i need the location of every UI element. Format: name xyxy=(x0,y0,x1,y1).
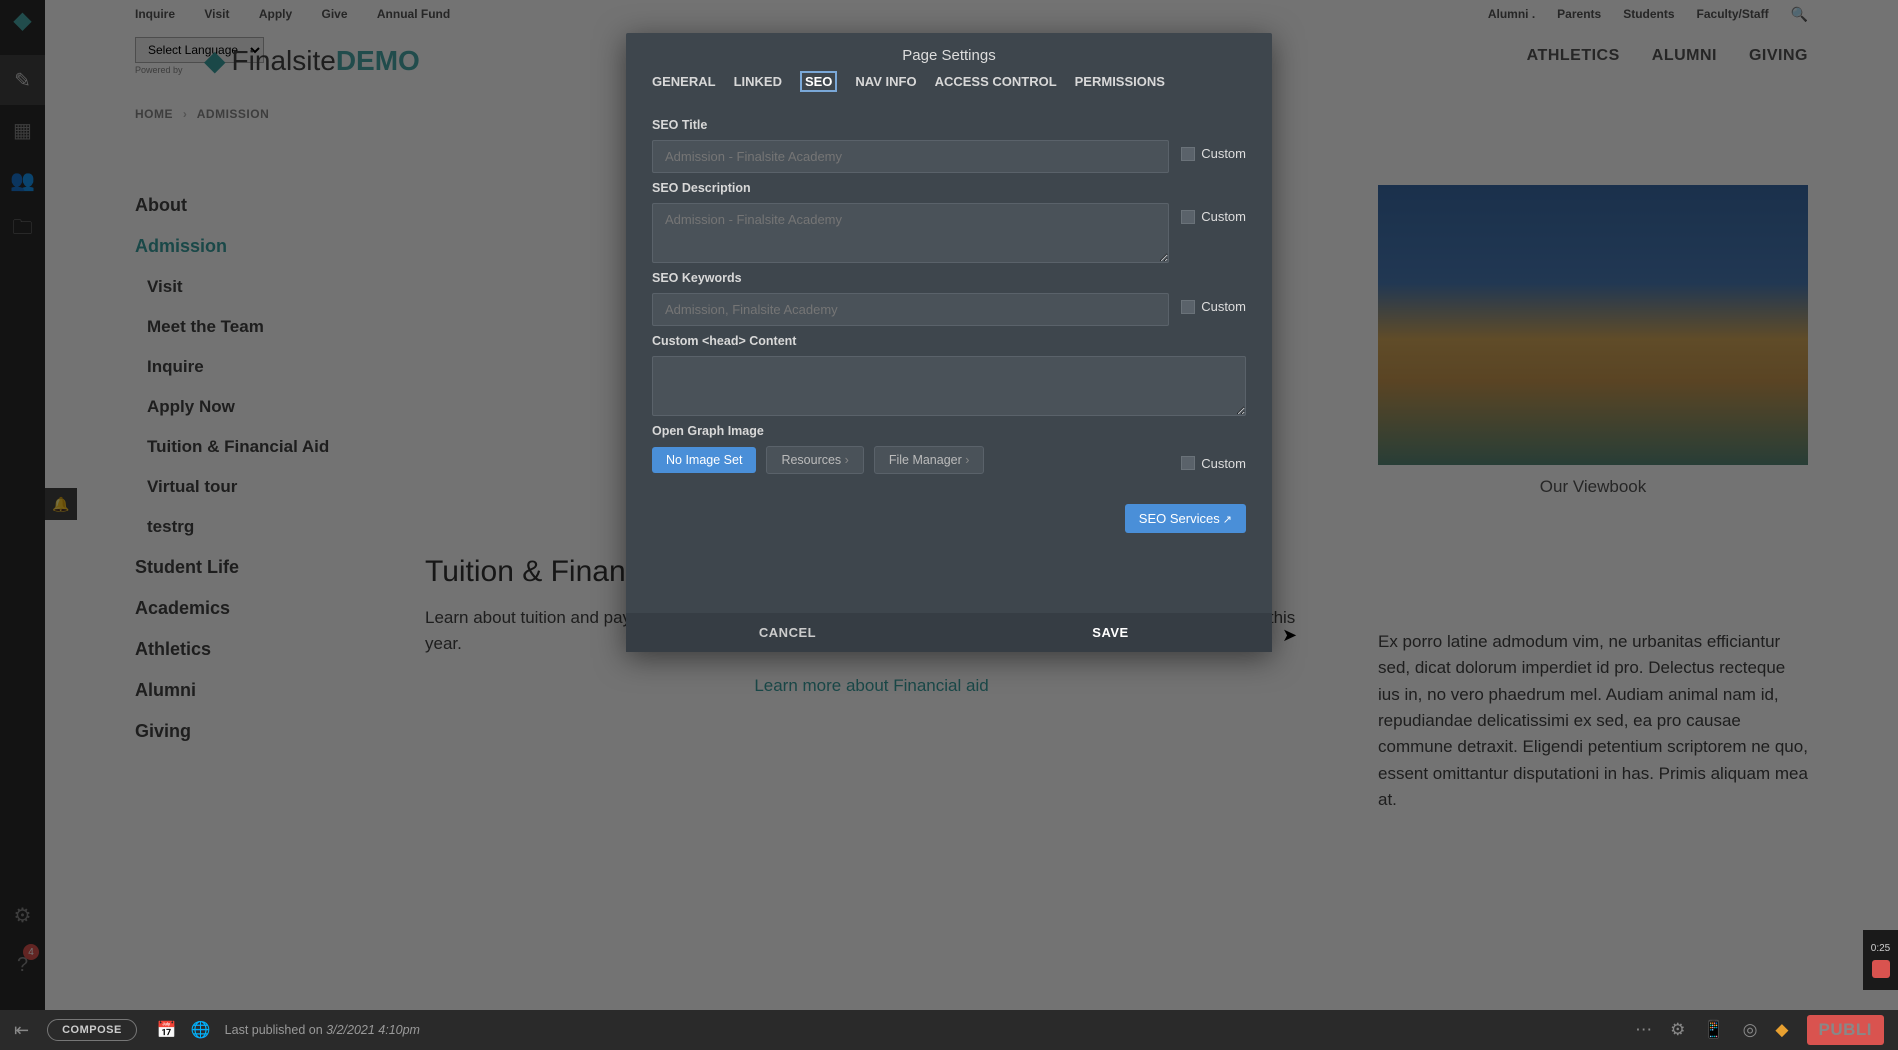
phone-icon[interactable]: 📱 xyxy=(1703,1020,1724,1040)
recording-time: 0:25 xyxy=(1871,943,1890,954)
tab-nav-info[interactable]: NAV INFO xyxy=(855,74,916,92)
seo-keywords-custom-checkbox[interactable]: Custom xyxy=(1181,293,1246,314)
compose-button[interactable]: COMPOSE xyxy=(47,1019,137,1041)
modal-tabs: GENERAL LINKED SEO NAV INFO ACCESS CONTR… xyxy=(626,74,1272,104)
tab-access-control[interactable]: ACCESS CONTROL xyxy=(935,74,1057,92)
page-settings-modal: Page Settings GENERAL LINKED SEO NAV INF… xyxy=(626,33,1272,652)
preview-icon[interactable]: ◎ xyxy=(1743,1020,1758,1040)
custom-label: Custom xyxy=(1201,209,1246,224)
more-icon[interactable]: ⋯ xyxy=(1635,1020,1652,1040)
record-icon[interactable] xyxy=(1872,960,1890,978)
cancel-button[interactable]: CANCEL xyxy=(626,613,949,652)
seo-keywords-input[interactable] xyxy=(652,293,1169,326)
seo-desc-input[interactable] xyxy=(652,203,1169,263)
composer-bottom-bar: ⇤ COMPOSE 📅 🌐 Last published on 3/2/2021… xyxy=(0,1010,1898,1050)
save-button[interactable]: SAVE xyxy=(949,613,1272,652)
head-content-input[interactable] xyxy=(652,356,1246,416)
publish-button[interactable]: PUBLI xyxy=(1807,1015,1885,1045)
custom-label: Custom xyxy=(1201,456,1246,471)
seo-desc-custom-checkbox[interactable]: Custom xyxy=(1181,203,1246,224)
seo-title-label: SEO Title xyxy=(652,118,1246,132)
tab-seo[interactable]: SEO xyxy=(800,71,837,92)
modal-title: Page Settings xyxy=(626,33,1272,74)
no-image-set-button[interactable]: No Image Set xyxy=(652,447,756,473)
tab-linked[interactable]: LINKED xyxy=(734,74,782,92)
custom-label: Custom xyxy=(1201,146,1246,161)
file-manager-button[interactable]: File Manager xyxy=(874,446,985,474)
last-published-text: Last published on 3/2/2021 4:10pm xyxy=(225,1023,420,1037)
resources-button[interactable]: Resources xyxy=(766,446,863,474)
head-content-label: Custom <head> Content xyxy=(652,334,1246,348)
modal-footer: CANCEL SAVE xyxy=(626,613,1272,652)
gear-icon[interactable]: ⚙ xyxy=(1670,1020,1685,1040)
tab-general[interactable]: GENERAL xyxy=(652,74,716,92)
seo-title-input[interactable] xyxy=(652,140,1169,173)
diamond-icon[interactable]: ◆ xyxy=(1775,1020,1788,1040)
og-custom-checkbox[interactable]: Custom xyxy=(1181,450,1246,471)
seo-title-custom-checkbox[interactable]: Custom xyxy=(1181,140,1246,161)
tab-permissions[interactable]: PERMISSIONS xyxy=(1075,74,1165,92)
globe-icon[interactable]: 🌐 xyxy=(191,1020,211,1040)
seo-services-button[interactable]: SEO Services xyxy=(1125,504,1246,533)
exit-icon[interactable]: ⇤ xyxy=(14,1020,29,1041)
custom-label: Custom xyxy=(1201,299,1246,314)
og-image-label: Open Graph Image xyxy=(652,424,1246,438)
recording-widget[interactable]: 0:25 xyxy=(1863,930,1898,990)
calendar-icon[interactable]: 📅 xyxy=(157,1020,177,1040)
seo-keywords-label: SEO Keywords xyxy=(652,271,1246,285)
seo-desc-label: SEO Description xyxy=(652,181,1246,195)
